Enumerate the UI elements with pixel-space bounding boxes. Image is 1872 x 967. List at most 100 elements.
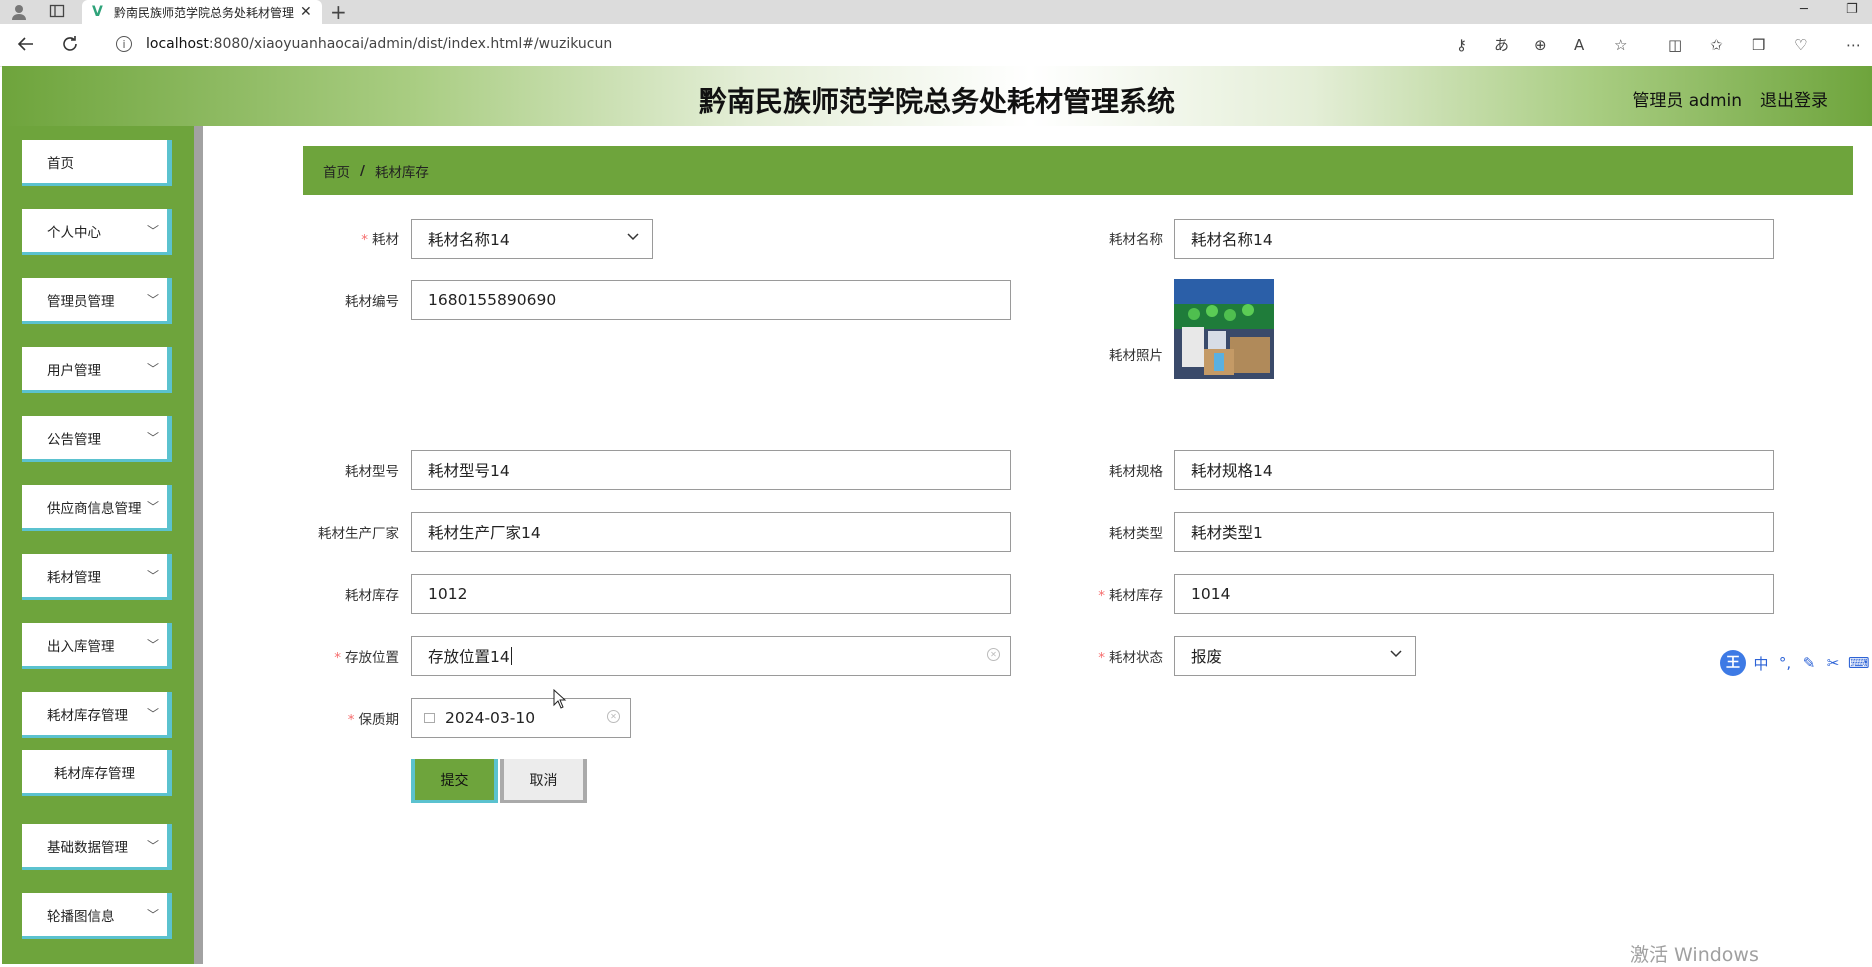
photo-label: 耗材照片 <box>1109 348 1163 364</box>
code-field[interactable]: 1680155890690 <box>411 280 1011 320</box>
browser-tab-active[interactable]: V 黔南民族师范学院总务处耗材管理系统 ✕ <box>82 0 322 24</box>
stock-label: 耗材库存 <box>345 588 399 604</box>
expiry-date-picker[interactable]: 2024-03-10 ✕ <box>411 698 631 738</box>
collections-icon[interactable]: ❒ <box>1752 34 1765 56</box>
sidebar-subitem-label: 耗材库存管理 <box>54 765 135 782</box>
breadcrumb-home[interactable]: 首页 <box>323 161 350 181</box>
sidebar-item-label: 首页 <box>47 155 74 172</box>
more-menu-icon[interactable]: ⋯ <box>1846 34 1861 56</box>
chevron-down-icon: ﹀ <box>146 362 159 376</box>
chevron-down-icon: ﹀ <box>146 500 159 514</box>
ime-handwrite-icon[interactable]: ✎ <box>1800 654 1818 672</box>
ime-logo-icon[interactable]: 王 <box>1720 650 1746 676</box>
split-screen-icon[interactable]: ◫ <box>1668 34 1682 56</box>
minimize-icon[interactable]: ─ <box>1800 2 1808 17</box>
calendar-icon <box>424 713 435 723</box>
name-label: 耗材名称 <box>1109 232 1163 248</box>
submit-button[interactable]: 提交 <box>411 759 498 803</box>
sidebar-item-label: 轮播图信息 <box>47 908 115 925</box>
back-icon[interactable] <box>16 34 36 60</box>
sidebar-item-basic-data[interactable]: 基础数据管理 ﹀ <box>22 824 172 870</box>
name-field[interactable]: 耗材名称14 <box>1174 219 1774 259</box>
restore-icon[interactable]: ❐ <box>1846 2 1858 17</box>
ime-scissors-icon[interactable]: ✂ <box>1824 654 1842 672</box>
chevron-down-icon: ﹀ <box>146 431 159 445</box>
sidebar-item-material-management[interactable]: 耗材管理 ﹀ <box>22 554 172 600</box>
mouse-cursor-icon <box>553 688 567 713</box>
stock-new-label: * 耗材库存 <box>1098 588 1163 604</box>
current-user-label: 管理员 admin <box>1632 91 1742 111</box>
browser-essentials-icon[interactable]: ♡ <box>1794 34 1807 56</box>
status-select[interactable]: 报废 <box>1174 636 1416 676</box>
chevron-down-icon: ﹀ <box>146 707 159 721</box>
ime-language-toggle[interactable]: 中 <box>1752 653 1770 674</box>
material-select[interactable]: 耗材名称14 <box>411 219 653 259</box>
location-field[interactable]: 存放位置14 ✕ <box>411 636 1011 676</box>
chevron-down-icon <box>626 229 640 247</box>
spec-field[interactable]: 耗材规格14 <box>1174 450 1774 490</box>
sidebar-item-supplier-management[interactable]: 供应商信息管理 ﹀ <box>22 485 172 531</box>
spec-label: 耗材规格 <box>1109 464 1163 480</box>
maker-label: 耗材生产厂家 <box>318 526 399 542</box>
sidebar-item-inventory-management[interactable]: 耗材库存管理 ﹀ <box>22 692 172 738</box>
sidebar-item-label: 供应商信息管理 <box>47 500 142 517</box>
type-label: 耗材类型 <box>1109 526 1163 542</box>
new-tab-button[interactable]: + <box>330 1 347 23</box>
ime-punctuation-icon[interactable]: °, <box>1776 654 1794 672</box>
sidebar-item-personal-center[interactable]: 个人中心 ﹀ <box>22 209 172 255</box>
read-aloud-translate-icon[interactable]: あ <box>1494 34 1509 56</box>
model-field[interactable]: 耗材型号14 <box>411 450 1011 490</box>
status-label: * 耗材状态 <box>1098 650 1163 666</box>
tab-actions-icon[interactable] <box>48 3 66 21</box>
sidebar-item-carousel-info[interactable]: 轮播图信息 ﹀ <box>22 893 172 939</box>
ime-keyboard-icon[interactable]: ⌨ <box>1848 654 1870 672</box>
zoom-icon[interactable]: ⊕ <box>1534 34 1547 56</box>
cancel-button[interactable]: 取消 <box>500 759 587 803</box>
stock-new-field[interactable]: 1014 <box>1174 574 1774 614</box>
browser-tab-strip: V 黔南民族师范学院总务处耗材管理系统 ✕ + ─ ❐ <box>0 0 1872 24</box>
sidebar-item-label: 耗材管理 <box>47 569 101 586</box>
key-icon[interactable]: ⚷ <box>1456 34 1467 56</box>
app-header: 黔南民族师范学院总务处耗材管理系统 管理员 admin 退出登录 <box>2 66 1872 126</box>
sidebar-item-inout-management[interactable]: 出入库管理 ﹀ <box>22 623 172 669</box>
sidebar-item-user-management[interactable]: 用户管理 ﹀ <box>22 347 172 393</box>
chevron-down-icon: ﹀ <box>146 839 159 853</box>
sidebar-item-label: 公告管理 <box>47 431 101 448</box>
favorite-star-icon[interactable]: ☆ <box>1614 34 1627 56</box>
clear-icon[interactable]: ✕ <box>607 710 620 723</box>
profile-icon[interactable] <box>10 3 28 21</box>
sidebar-item-label: 管理员管理 <box>47 293 115 310</box>
maker-field[interactable]: 耗材生产厂家14 <box>411 512 1011 552</box>
read-aloud-icon[interactable]: A <box>1574 34 1584 56</box>
url-text[interactable]: localhost:8080/xiaoyuanhaocai/admin/dist… <box>146 36 612 52</box>
reload-icon[interactable] <box>60 34 80 60</box>
type-field[interactable]: 耗材类型1 <box>1174 512 1774 552</box>
model-label: 耗材型号 <box>345 464 399 480</box>
breadcrumb: 首页 / 耗材库存 <box>303 146 1853 195</box>
breadcrumb-current: 耗材库存 <box>374 164 429 181</box>
material-label: * 耗材 <box>361 232 399 248</box>
chevron-down-icon <box>1389 646 1403 664</box>
material-photo[interactable] <box>1174 279 1274 379</box>
sidebar-item-label: 个人中心 <box>47 224 101 241</box>
favorites-list-icon[interactable]: ✩ <box>1710 34 1723 56</box>
sidebar-item-label: 出入库管理 <box>47 638 115 655</box>
sidebar-subitem-inventory-management[interactable]: 耗材库存管理 <box>22 750 172 796</box>
app-title: 黔南民族师范学院总务处耗材管理系统 <box>698 85 1175 118</box>
chevron-down-icon: ﹀ <box>146 908 159 922</box>
chevron-down-icon: ﹀ <box>146 224 159 238</box>
sidebar-item-home[interactable]: 首页 <box>22 140 172 186</box>
breadcrumb-separator: / <box>360 162 365 179</box>
ime-toolbar: 王 中 °, ✎ ✂ ⌨ <box>1720 648 1870 678</box>
chevron-down-icon: ﹀ <box>146 569 159 583</box>
stock-field[interactable]: 1012 <box>411 574 1011 614</box>
site-info-icon[interactable]: i <box>116 36 132 52</box>
logout-link[interactable]: 退出登录 <box>1760 86 1828 111</box>
sidebar-item-label: 基础数据管理 <box>47 839 128 856</box>
tab-close-icon[interactable]: ✕ <box>300 4 312 20</box>
sidebar-scrollbar[interactable] <box>194 126 203 964</box>
sidebar-item-label: 用户管理 <box>47 362 101 379</box>
sidebar-item-notice-management[interactable]: 公告管理 ﹀ <box>22 416 172 462</box>
sidebar-item-admin-management[interactable]: 管理员管理 ﹀ <box>22 278 172 324</box>
clear-icon[interactable]: ✕ <box>987 648 1000 661</box>
